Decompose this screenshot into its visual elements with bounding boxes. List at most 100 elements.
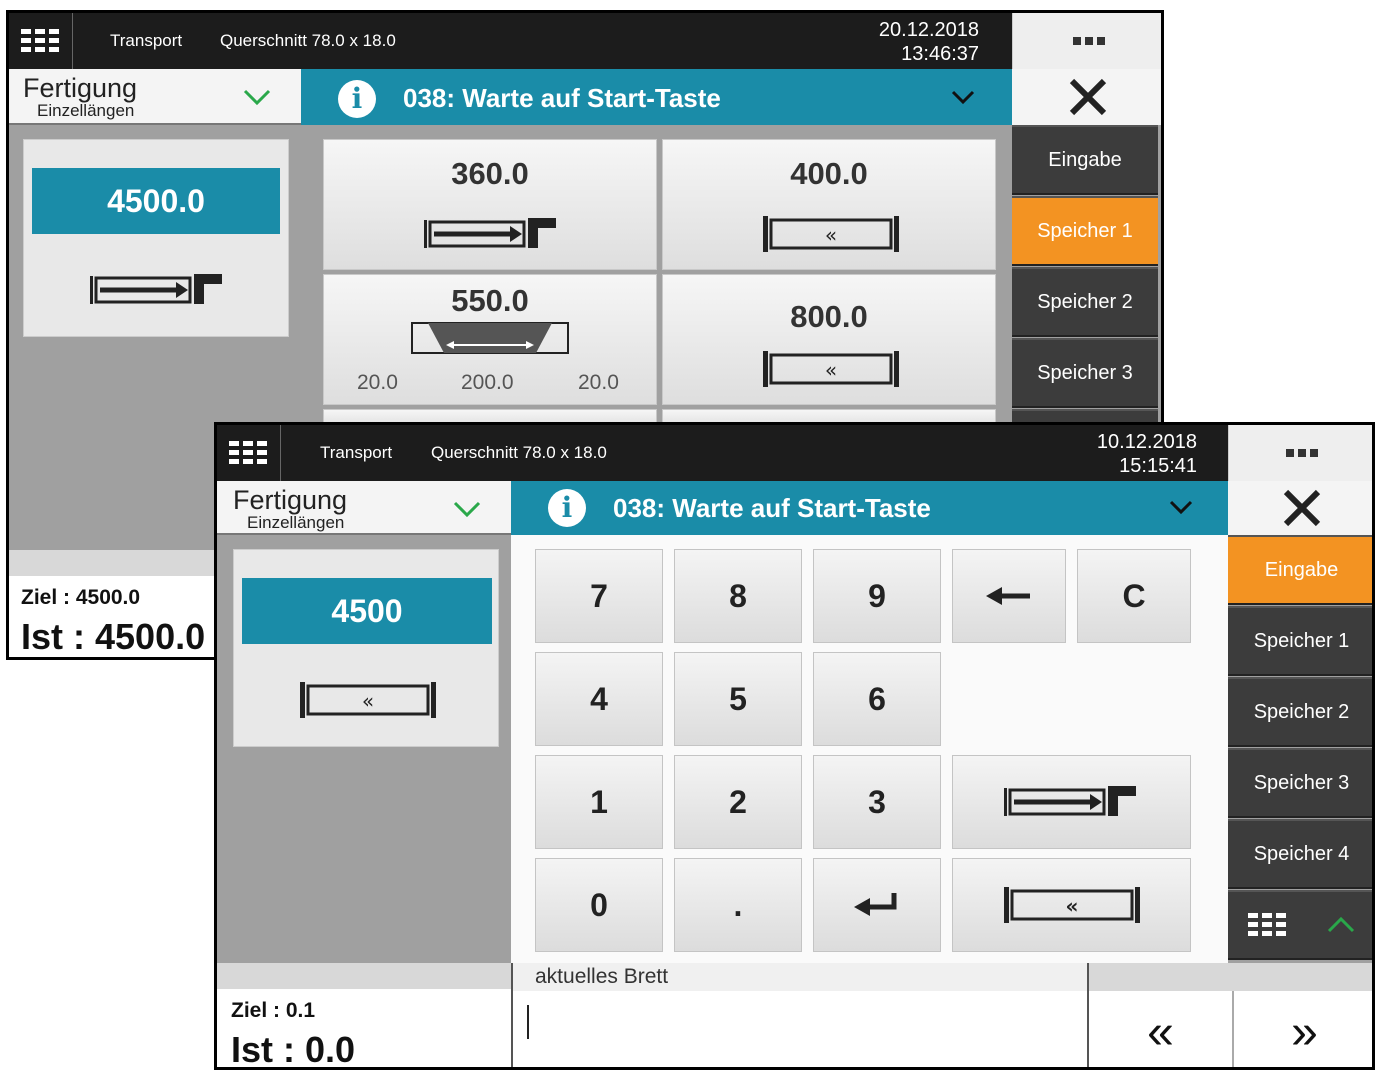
status-message: 038: Warte auf Start-Taste bbox=[613, 493, 931, 523]
date: 10.12.2018 bbox=[1096, 431, 1197, 453]
top-bar: Transport Querschnitt 78.0 x 18.0 20.12.… bbox=[9, 13, 1012, 69]
querschnitt-label: Querschnitt 78.0 x 18.0 bbox=[431, 443, 607, 462]
rewind-button[interactable]: « bbox=[952, 858, 1191, 952]
grid-icon[interactable] bbox=[1247, 913, 1288, 937]
production-submode: Einzellängen bbox=[247, 513, 345, 532]
previous-button[interactable]: « bbox=[1089, 991, 1232, 1067]
sidebar-item-eingabe[interactable]: Eingabe bbox=[1228, 535, 1372, 605]
sidebar-item-speicher-3[interactable]: Speicher 3 bbox=[1012, 338, 1158, 408]
current-board-input[interactable] bbox=[513, 991, 1087, 1067]
key-6[interactable]: 6 bbox=[813, 652, 941, 746]
enter-key[interactable] bbox=[813, 858, 941, 952]
production-mode-selector[interactable]: Fertigung Einzellängen bbox=[9, 69, 301, 125]
menu-grid-icon[interactable] bbox=[217, 425, 281, 481]
querschnitt-label: Querschnitt 78.0 x 18.0 bbox=[220, 31, 396, 50]
key-8[interactable]: 8 bbox=[674, 549, 802, 643]
sidebar-item-speicher-4[interactable]: Speicher 4 bbox=[1228, 819, 1372, 889]
sidebar-toolbar bbox=[1228, 890, 1372, 960]
close-icon bbox=[1283, 489, 1320, 527]
info-icon: i bbox=[338, 80, 376, 118]
trapezoid-cut-icon bbox=[411, 322, 569, 354]
close-button[interactable] bbox=[1228, 481, 1372, 535]
front-screen: Transport Querschnitt 78.0 x 18.0 10.12.… bbox=[214, 422, 1375, 1070]
clear-key[interactable]: C bbox=[1077, 549, 1191, 643]
key-1[interactable]: 1 bbox=[535, 755, 663, 849]
target-panel: 4500.0 bbox=[23, 139, 289, 337]
production-submode: Einzellängen bbox=[37, 101, 135, 120]
target-value[interactable]: 4500 bbox=[242, 578, 492, 644]
rewind-frame-icon: « bbox=[1003, 887, 1140, 923]
svg-text:«: « bbox=[825, 358, 837, 382]
next-button[interactable]: » bbox=[1232, 991, 1372, 1067]
close-button[interactable] bbox=[1012, 69, 1161, 125]
memory-value: 360.0 bbox=[451, 156, 529, 191]
transport-label: Transport bbox=[110, 31, 183, 50]
rewind-frame-icon: « bbox=[300, 682, 436, 718]
ist-value: Ist : 4500.0 bbox=[21, 616, 206, 657]
top-bar: Transport Querschnitt 78.0 x 18.0 10.12.… bbox=[217, 425, 1228, 481]
key-5[interactable]: 5 bbox=[674, 652, 802, 746]
svg-text:«: « bbox=[825, 223, 837, 247]
arrow-left-icon bbox=[986, 587, 1030, 605]
stop-right-icon bbox=[424, 218, 556, 248]
chevron-down-icon bbox=[243, 89, 271, 106]
sidebar-item-speicher-1[interactable]: Speicher 1 bbox=[1012, 196, 1158, 266]
menu-grid-icon[interactable] bbox=[9, 13, 73, 69]
sidebar-item-eingabe[interactable]: Eingabe bbox=[1012, 125, 1158, 195]
stop-right-button[interactable] bbox=[952, 755, 1191, 849]
memory-value: 550.0 bbox=[451, 283, 529, 318]
key-3[interactable]: 3 bbox=[813, 755, 941, 849]
svg-text:«: « bbox=[362, 689, 374, 713]
footer-values: Ziel : 0.1 Ist : 0.0 bbox=[217, 989, 511, 1070]
status-bar[interactable]: i 038: Warte auf Start-Taste bbox=[511, 481, 1228, 535]
date: 20.12.2018 bbox=[878, 19, 979, 41]
footer-bar bbox=[217, 963, 511, 989]
key-dot[interactable]: . bbox=[674, 858, 802, 952]
key-0[interactable]: 0 bbox=[535, 858, 663, 952]
memory-value: 400.0 bbox=[790, 156, 868, 191]
key-2[interactable]: 2 bbox=[674, 755, 802, 849]
production-mode: Fertigung bbox=[23, 73, 138, 103]
more-options-button[interactable] bbox=[1012, 13, 1161, 69]
status-bar[interactable]: i 038: Warte auf Start-Taste bbox=[301, 69, 1012, 125]
sidebar-item-speicher-2[interactable]: Speicher 2 bbox=[1012, 267, 1158, 337]
chevron-down-icon bbox=[453, 501, 481, 518]
memory-cell[interactable]: 360.0 bbox=[323, 139, 657, 270]
key-7[interactable]: 7 bbox=[535, 549, 663, 643]
time: 13:46:37 bbox=[901, 43, 979, 65]
backspace-key[interactable] bbox=[952, 549, 1066, 643]
chevron-down-icon bbox=[951, 90, 975, 105]
sidebar-item-speicher-1[interactable]: Speicher 1 bbox=[1228, 606, 1372, 676]
key-4[interactable]: 4 bbox=[535, 652, 663, 746]
keypad: 7 8 9 C 4 5 6 1 2 3 0 . « bbox=[511, 535, 1228, 963]
status-message: 038: Warte auf Start-Taste bbox=[403, 83, 721, 113]
sidebar-item-speicher-2[interactable]: Speicher 2 bbox=[1228, 677, 1372, 747]
transport-label: Transport bbox=[320, 443, 393, 462]
memory-value: 800.0 bbox=[790, 299, 868, 334]
chevron-up-icon[interactable] bbox=[1327, 915, 1355, 935]
ist-value: Ist : 0.0 bbox=[231, 1029, 356, 1070]
text-cursor bbox=[527, 1005, 529, 1039]
ziel-value: Ziel : 4500.0 bbox=[21, 586, 141, 609]
current-board-label: aktuelles Brett bbox=[513, 963, 1087, 991]
more-options-button[interactable] bbox=[1228, 425, 1372, 481]
svg-text:«: « bbox=[1065, 894, 1078, 918]
production-mode-selector[interactable]: Fertigung Einzellängen bbox=[217, 481, 511, 535]
cut-right: 20.0 bbox=[578, 371, 619, 394]
memory-cell[interactable]: 800.0 « bbox=[662, 274, 996, 405]
enter-icon bbox=[854, 893, 897, 916]
chevron-down-icon bbox=[1169, 500, 1193, 515]
stop-right-icon bbox=[1003, 786, 1136, 816]
close-icon bbox=[1069, 78, 1107, 116]
rewind-frame-icon: « bbox=[763, 351, 899, 387]
memory-cell[interactable]: 400.0 « bbox=[662, 139, 996, 270]
target-panel: 4500 « bbox=[233, 549, 499, 747]
target-value[interactable]: 4500.0 bbox=[32, 168, 280, 234]
key-9[interactable]: 9 bbox=[813, 549, 941, 643]
datetime: 10.12.2018 15:15:41 bbox=[1047, 430, 1197, 478]
sidebar-item-speicher-3[interactable]: Speicher 3 bbox=[1228, 748, 1372, 818]
memory-cell[interactable]: 550.0 20.0 200.0 20.0 bbox=[323, 274, 657, 405]
ziel-value: Ziel : 0.1 bbox=[231, 999, 316, 1022]
rewind-frame-icon: « bbox=[763, 216, 899, 252]
time: 15:15:41 bbox=[1119, 455, 1197, 477]
